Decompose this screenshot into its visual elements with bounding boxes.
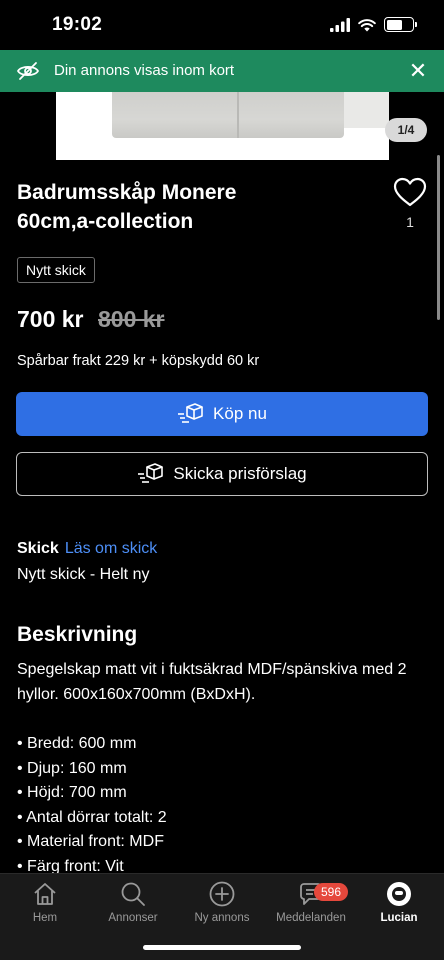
scrollbar[interactable] <box>437 155 440 320</box>
tab-listings[interactable]: Annonser <box>88 880 178 924</box>
original-price: 800 kr <box>98 306 165 332</box>
profile-icon <box>387 882 411 906</box>
buy-now-button[interactable]: Köp nu <box>16 392 428 436</box>
tab-profile[interactable]: Lucian <box>354 880 444 924</box>
spec-item: Antal dörrar totalt: 2 <box>17 806 167 831</box>
tab-new-listing[interactable]: Ny annons <box>177 880 267 924</box>
status-icons <box>330 17 417 32</box>
eye-off-icon <box>16 62 40 80</box>
tab-label: Hem <box>32 912 58 924</box>
buy-now-label: Köp nu <box>213 404 267 423</box>
product-image[interactable] <box>56 92 389 160</box>
spec-item: Djup: 160 mm <box>17 757 167 782</box>
price: 700 kr <box>17 306 84 332</box>
close-icon[interactable]: ✕ <box>406 58 430 83</box>
plus-circle-icon <box>209 881 235 907</box>
unread-badge: 596 <box>314 883 348 901</box>
tab-messages[interactable]: Meddelanden 596 <box>266 880 356 924</box>
condition-section: Skick Läs om skick <box>17 540 157 558</box>
search-icon <box>121 882 145 906</box>
condition-value: Nytt skick - Helt ny <box>17 566 150 583</box>
wifi-icon <box>358 18 376 31</box>
favorite-button[interactable]: 1 <box>390 177 430 230</box>
cellular-signal-icon <box>330 17 350 32</box>
tab-label: Meddelanden <box>276 912 346 924</box>
package-icon <box>138 463 164 483</box>
description-text: Spegelskap matt vit i fuktsäkrad MDF/spä… <box>17 661 407 703</box>
spec-item: Material front: MDF <box>17 830 167 855</box>
image-counter: 1/4 <box>385 118 427 142</box>
visibility-banner: Din annons visas inom kort ✕ <box>0 50 444 92</box>
home-indicator <box>143 945 301 950</box>
tab-home[interactable]: Hem <box>0 880 90 924</box>
description-heading: Beskrivning <box>17 623 138 646</box>
tab-label: Annonser <box>108 912 158 924</box>
spec-item: Höjd: 700 mm <box>17 781 167 806</box>
tab-label: Lucian <box>380 912 418 924</box>
favorite-count: 1 <box>406 214 414 230</box>
spec-item: Bredd: 600 mm <box>17 732 167 757</box>
banner-text: Din annons visas inom kort <box>54 62 235 79</box>
shipping-info: Spårbar frakt 229 kr + köpskydd 60 kr <box>17 353 260 369</box>
image-gallery[interactable]: 1/4 <box>0 92 444 160</box>
listing-title: Badrumsskåp Monere 60cm,a-collection <box>17 181 237 233</box>
battery-icon <box>384 17 417 32</box>
tab-label: Ny annons <box>194 912 250 924</box>
status-bar: 19:02 <box>0 0 444 50</box>
home-icon <box>34 883 56 905</box>
status-time: 19:02 <box>52 14 103 35</box>
condition-badge: Nytt skick <box>17 257 95 283</box>
read-about-condition-link[interactable]: Läs om skick <box>65 540 157 557</box>
send-offer-label: Skicka prisförslag <box>173 464 307 483</box>
heart-icon[interactable] <box>393 177 427 207</box>
package-icon <box>178 403 203 423</box>
send-offer-button[interactable]: Skicka prisförslag <box>16 452 428 496</box>
spec-list: Bredd: 600 mm Djup: 160 mm Höjd: 700 mm … <box>17 732 167 879</box>
condition-label: Skick <box>17 540 59 557</box>
